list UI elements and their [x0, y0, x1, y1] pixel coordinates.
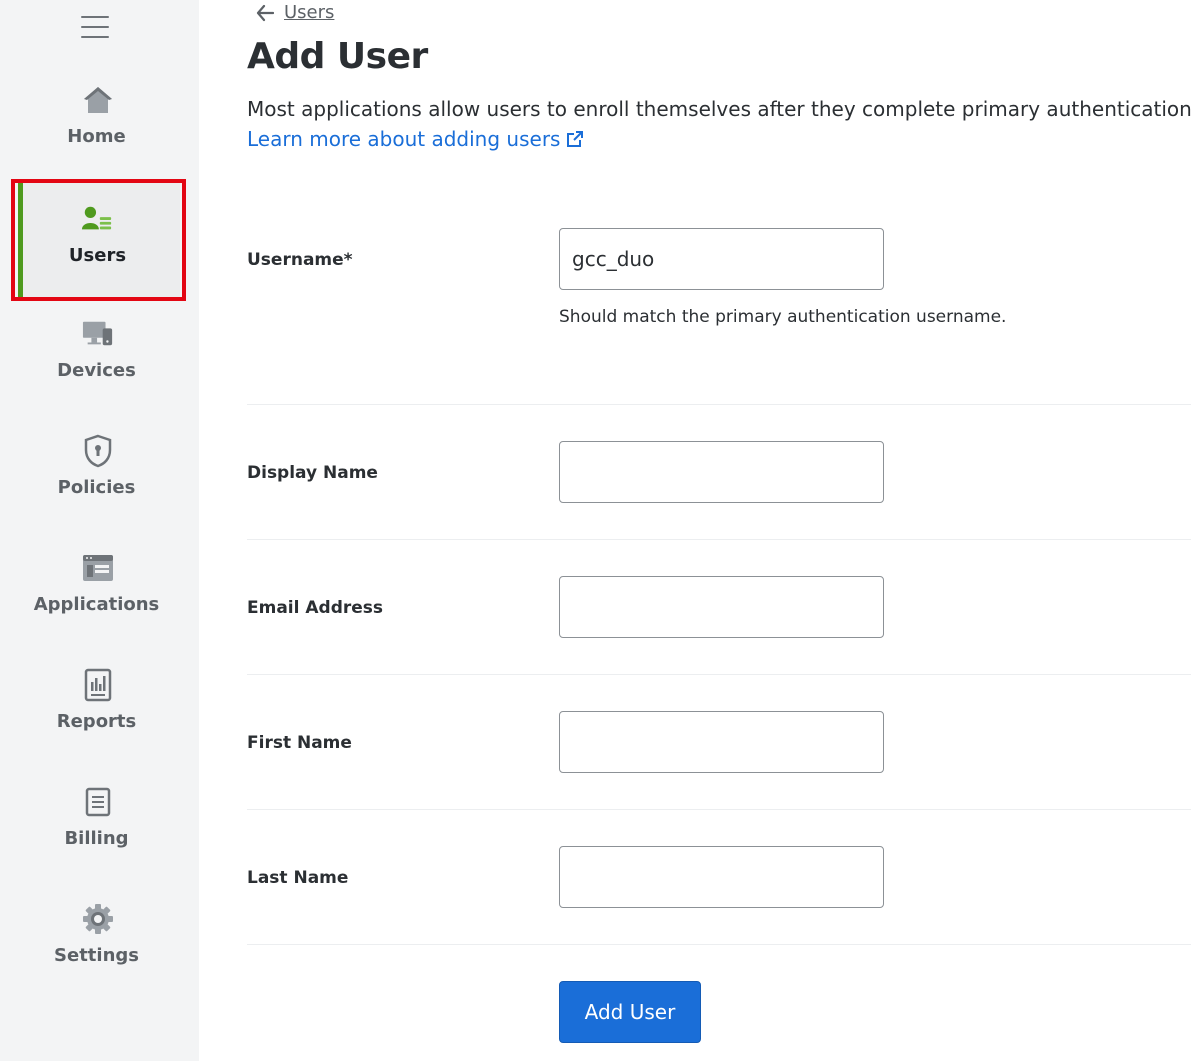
arrow-left-icon[interactable] — [256, 4, 274, 22]
divider — [247, 809, 1191, 810]
learn-more-link[interactable]: Learn more about adding users — [247, 127, 584, 151]
intro-text: Most applications allow users to enroll … — [247, 97, 1191, 121]
sidebar: Home Users Devices Policies Applications… — [0, 0, 199, 1061]
divider — [247, 674, 1191, 675]
sidebar-item-applications[interactable]: Applications — [20, 532, 180, 646]
sidebar-item-reports[interactable]: Reports — [20, 649, 180, 763]
email-input[interactable] — [559, 576, 884, 638]
sidebar-item-label: Policies — [57, 477, 136, 498]
applications-icon — [82, 552, 114, 584]
external-link-icon — [567, 131, 584, 147]
sidebar-item-label: Applications — [33, 594, 160, 615]
add-user-button[interactable]: Add User — [559, 981, 701, 1043]
reports-icon — [82, 668, 114, 702]
sidebar-item-label: Billing — [64, 828, 129, 849]
divider — [247, 944, 1191, 945]
sidebar-item-devices[interactable]: Devices — [20, 298, 180, 412]
learn-more-label: Learn more about adding users — [247, 127, 561, 151]
sidebar-item-billing[interactable]: Billing — [20, 766, 180, 880]
display-name-label: Display Name — [247, 463, 378, 483]
page-title: Add User — [247, 36, 428, 77]
first-name-input[interactable] — [559, 711, 884, 773]
username-input[interactable] — [559, 228, 884, 290]
gear-icon — [82, 903, 114, 935]
menu-icon[interactable] — [81, 16, 109, 40]
sidebar-item-home[interactable]: Home — [20, 64, 180, 178]
sidebar-item-policies[interactable]: Policies — [20, 415, 180, 529]
breadcrumb-users-link[interactable]: Users — [284, 2, 334, 23]
breadcrumb: Users — [256, 2, 334, 23]
email-label: Email Address — [247, 598, 384, 618]
shield-icon — [82, 434, 114, 468]
home-icon — [82, 84, 114, 116]
username-label: Username* — [247, 250, 353, 270]
highlight-box — [11, 179, 186, 301]
sidebar-item-label: Settings — [54, 945, 139, 966]
first-name-label: First Name — [247, 733, 352, 753]
display-name-input[interactable] — [559, 441, 884, 503]
devices-icon — [82, 318, 114, 350]
last-name-label: Last Name — [247, 868, 349, 888]
username-hint: Should match the primary authentication … — [559, 307, 1007, 327]
sidebar-item-label: Reports — [56, 711, 137, 732]
divider — [247, 404, 1191, 405]
sidebar-item-settings[interactable]: Settings — [20, 883, 180, 997]
sidebar-item-label: Home — [67, 126, 126, 147]
sidebar-item-label: Devices — [57, 360, 136, 381]
billing-icon — [82, 786, 114, 818]
last-name-input[interactable] — [559, 846, 884, 908]
divider — [247, 539, 1191, 540]
